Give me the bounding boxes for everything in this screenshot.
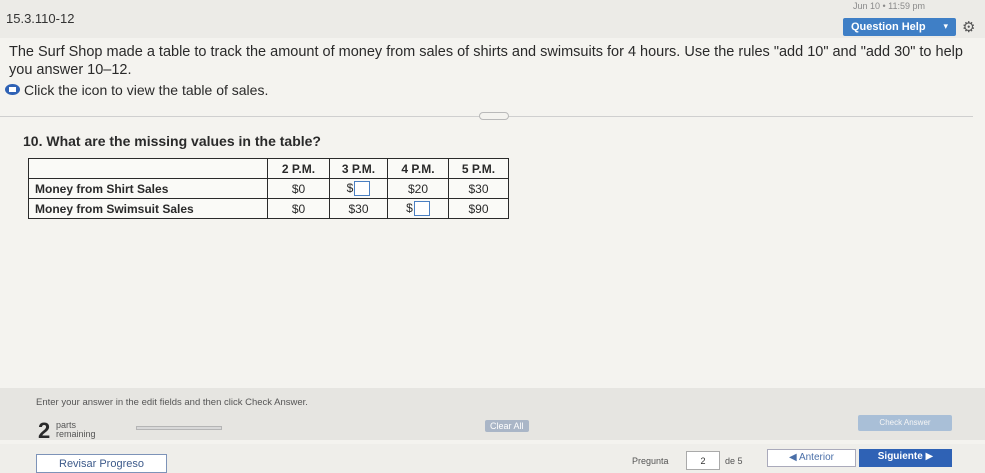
sub-question: 10. What are the missing values in the t… [23,133,321,149]
table-cell: $ [329,178,388,199]
top-bar [0,0,985,38]
chevron-down-icon: ▾ [943,21,948,31]
row-label: Money from Shirt Sales [28,178,268,199]
table-header-cell: 2 P.M. [267,158,330,179]
table-icon[interactable] [5,84,20,95]
answer-input-swimsuit-4pm[interactable] [413,201,430,217]
row-label: Money from Swimsuit Sales [28,198,268,219]
progress-bar [136,426,222,430]
table-cell: $0 [267,178,330,199]
question-number-label: Pregunta [632,456,669,466]
question-help-label: Question Help [851,21,926,33]
instruction-text: Enter your answer in the edit fields and… [36,397,308,408]
divider-drag-handle[interactable] [479,112,509,120]
due-date-text: Jun 10 • 11:59 pm [852,1,925,11]
table-cell: $30 [448,178,509,199]
table-header-cell [28,158,268,179]
problem-id: 15.3.110-12 [6,11,75,26]
view-table-link[interactable]: Click the icon to view the table of sale… [5,82,269,98]
check-answer-button[interactable]: Check Answer [858,415,952,431]
review-progress-button[interactable]: Revisar Progreso [36,454,167,473]
question-help-button[interactable]: Question Help ▾ [843,18,956,36]
clear-all-button[interactable]: Clear All [485,420,529,432]
table-header-cell: 4 P.M. [387,158,449,179]
question-number-input[interactable] [686,451,720,470]
table-row: Money from Shirt Sales $0 $ $20 $30 [28,178,509,199]
table-cell: $ [387,198,449,219]
table-header-cell: 3 P.M. [329,158,388,179]
dollar-sign: $ [346,180,354,195]
table-cell: $20 [387,178,449,199]
next-button[interactable]: Siguiente ▶ [859,449,952,467]
gear-icon[interactable]: ⚙ [962,18,975,36]
view-table-link-label: Click the icon to view the table of sale… [24,82,269,98]
table-header-row: 2 P.M. 3 P.M. 4 P.M. 5 P.M. [28,158,509,179]
sales-table: 2 P.M. 3 P.M. 4 P.M. 5 P.M. Money from S… [28,158,509,219]
parts-label-line2: remaining [56,429,96,439]
table-cell: $30 [329,198,388,219]
table-cell: $0 [267,198,330,219]
table-header-cell: 5 P.M. [448,158,509,179]
dollar-sign: $ [406,200,413,215]
previous-button[interactable]: ◀ Anterior [767,449,856,467]
answer-status-area [0,388,985,440]
parts-remaining-label: parts remaining [56,421,96,439]
answer-input-shirt-3pm[interactable] [354,181,371,197]
question-text: The Surf Shop made a table to track the … [9,44,963,78]
parts-remaining-count: 2 [38,418,51,443]
table-cell: $90 [448,198,509,219]
question-total-label: de 5 [725,456,743,466]
table-row: Money from Swimsuit Sales $0 $30 $ $90 [28,198,509,219]
